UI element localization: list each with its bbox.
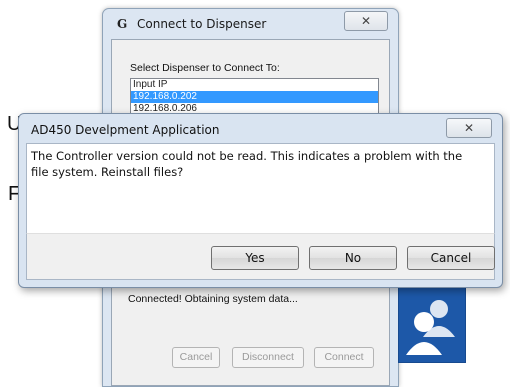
connect-button[interactable]: Connect [314,347,374,368]
users-avatar-tile [398,284,466,363]
error-dialog: AD450 Develpment Application ✕ The Contr… [18,113,503,288]
users-icon [406,300,455,355]
dialog-button-bar: Yes No Cancel [26,233,495,280]
connect-window-close-button[interactable]: ✕ [344,11,388,31]
yes-button[interactable]: Yes [211,246,299,270]
dialog-title: AD450 Develpment Application [31,123,220,137]
connection-status-text: Connected! Obtaining system data... [128,293,298,305]
no-button[interactable]: No [309,246,397,270]
disconnect-button[interactable]: Disconnect [232,347,304,368]
dialog-message: The Controller version could not be read… [31,149,463,179]
dispenser-prompt-label: Select Dispenser to Connect To: [130,62,280,74]
dispenser-list-item-selected[interactable]: 192.168.0.202 [131,91,378,103]
dispenser-list-item[interactable]: Input IP [131,79,378,91]
cancel-button[interactable]: Cancel [407,246,495,270]
connect-cancel-button[interactable]: Cancel [172,347,220,368]
dialog-close-button[interactable]: ✕ [446,118,492,138]
connect-window-titlebar[interactable]: G Connect to Dispenser ✕ [103,9,398,39]
app-icon: G [117,17,128,31]
connect-window-title: Connect to Dispenser [137,17,267,31]
